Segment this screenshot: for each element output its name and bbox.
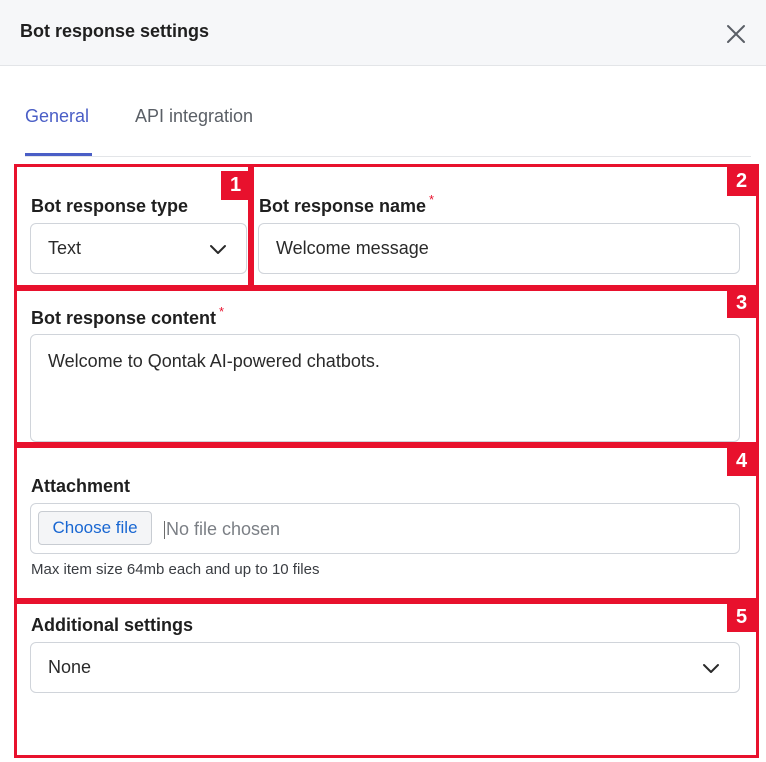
chevron-down-icon: [703, 664, 719, 673]
response-type-label: Bot response type: [31, 196, 189, 216]
choose-file-button[interactable]: Choose file: [38, 511, 152, 545]
file-input[interactable]: Choose file No file chosen: [30, 503, 740, 554]
tab-general[interactable]: General: [25, 106, 89, 127]
dialog-title: Bot response settings: [20, 21, 210, 41]
tab-bar: General API integration: [25, 96, 751, 157]
marker-badge-2: 2: [727, 167, 756, 196]
required-asterisk: *: [429, 192, 435, 207]
marker-badge-4: 4: [727, 447, 756, 476]
additional-settings-select[interactable]: None: [30, 642, 740, 693]
response-content-label: Bot response content *: [31, 304, 225, 328]
dialog-header: Bot response settings: [0, 0, 766, 66]
additional-settings-label: Additional settings: [31, 615, 193, 635]
marker-badge-1: 1: [221, 171, 250, 200]
chevron-down-icon: [210, 245, 226, 254]
response-name-value: Welcome message: [276, 238, 429, 258]
marker-badge-3: 3: [727, 289, 756, 318]
attachment-label: Attachment: [31, 476, 131, 496]
additional-settings-value: None: [48, 657, 92, 677]
active-tab-indicator: [25, 153, 92, 156]
response-type-select[interactable]: Text: [30, 223, 247, 274]
tab-api-integration[interactable]: API integration: [135, 106, 253, 127]
marker-badge-5: 5: [727, 603, 756, 632]
attachment-helper-text: Max item size 64mb each and up to 10 fil…: [31, 561, 320, 578]
required-asterisk: *: [219, 304, 225, 319]
response-content-value: Welcome to Qontak AI-powered chatbots.: [48, 351, 380, 371]
response-name-input[interactable]: Welcome message: [258, 223, 740, 274]
response-type-value: Text: [48, 238, 82, 258]
text-caret: [164, 521, 165, 539]
response-content-textarea[interactable]: Welcome to Qontak AI-powered chatbots.: [30, 334, 740, 442]
file-status-text: No file chosen: [166, 519, 281, 539]
close-icon[interactable]: [724, 22, 748, 46]
response-name-label: Bot response name *: [259, 192, 435, 216]
